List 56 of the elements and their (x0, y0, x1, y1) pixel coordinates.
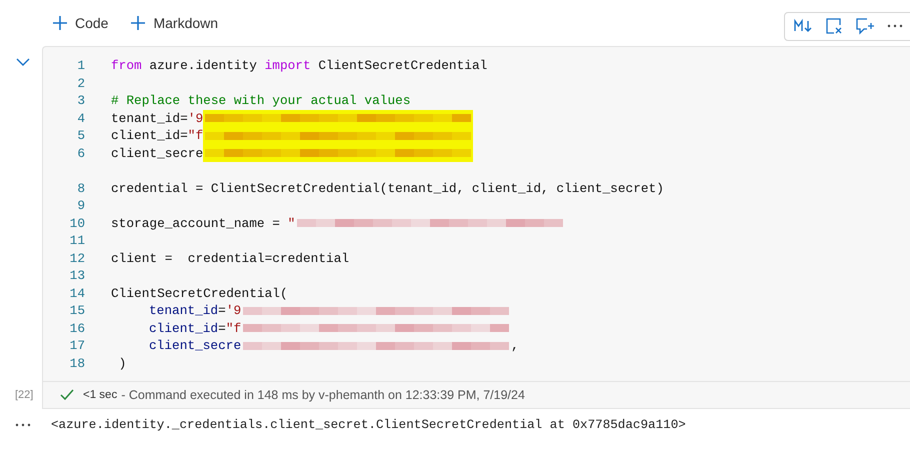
code-text: client_secre (111, 146, 204, 161)
line-number: 4 (77, 110, 85, 126)
line-number: 17 (70, 338, 85, 354)
execution-count: [22] (15, 389, 34, 401)
line-number: 1 (77, 58, 85, 74)
code-text: client_secre (149, 338, 242, 354)
code-text: client = credential=credential (111, 250, 350, 266)
code-text: = (218, 303, 226, 318)
code-text: ClientSecretCredential (317, 58, 488, 74)
line-number: 8 (77, 180, 85, 196)
line-number: 13 (70, 268, 85, 284)
code-text: import (264, 58, 311, 74)
duration: <1 sec (83, 389, 118, 401)
markdown-icon[interactable] (793, 18, 813, 34)
line-number: 12 (70, 250, 85, 266)
status-text: - Command executed in 148 ms by v-phemanth on 12:33:39 PM, 7/19/24 (121, 388, 525, 402)
line-number: 18 (70, 356, 85, 371)
line-number: 5 (77, 128, 85, 144)
line-number: 2 (77, 76, 85, 91)
code-text: client_id (149, 320, 218, 336)
line-number: 3 (77, 93, 85, 108)
output-text: <azure.identity._credentials.client_secret.ClientSecretCredential at 0x7785dac9a110> (51, 418, 686, 432)
code-text: storage_account_name = (111, 216, 281, 231)
line-number: 10 (70, 216, 85, 231)
add-comment-icon[interactable] (855, 17, 875, 35)
plus-icon (52, 15, 68, 31)
more-icon[interactable] (15, 423, 31, 427)
add-cell-button[interactable]: Markdown (122, 11, 226, 35)
code-text: " (288, 216, 296, 231)
clear-output-icon[interactable] (825, 17, 843, 35)
code-text: ClientSecretCredential( (111, 286, 288, 301)
code-text: ) (118, 356, 126, 371)
plus-icon (130, 15, 146, 31)
code-text: azure.identity (148, 58, 258, 74)
code-text: tenant_id= (111, 110, 188, 126)
code-text: from (111, 58, 142, 74)
line-number: 14 (70, 286, 85, 301)
code-text: , (511, 338, 519, 354)
line-number: 6 (77, 146, 85, 161)
code-text: '9 (188, 110, 204, 126)
code-text: tenant_id (149, 303, 218, 318)
more-icon[interactable] (887, 24, 903, 28)
chevron-icon[interactable] (16, 58, 30, 66)
code-text: "f (226, 320, 242, 336)
line-number: 16 (70, 320, 85, 336)
code-text: client_id= (111, 128, 188, 144)
line-number: 9 (77, 198, 85, 214)
code-text: "f (188, 128, 204, 144)
code-text: # Replace these with your actual values (111, 93, 410, 108)
code-text: credential = ClientSecretCredential(tenant_id, client_id, client_secret) (111, 180, 664, 196)
code-text: '9 (226, 303, 242, 318)
line-number: 15 (70, 303, 85, 318)
code-cell[interactable] (42, 46, 910, 382)
add-cell-button[interactable]: Code (44, 11, 116, 35)
line-number: 11 (70, 233, 85, 248)
code-text: = (218, 320, 226, 336)
